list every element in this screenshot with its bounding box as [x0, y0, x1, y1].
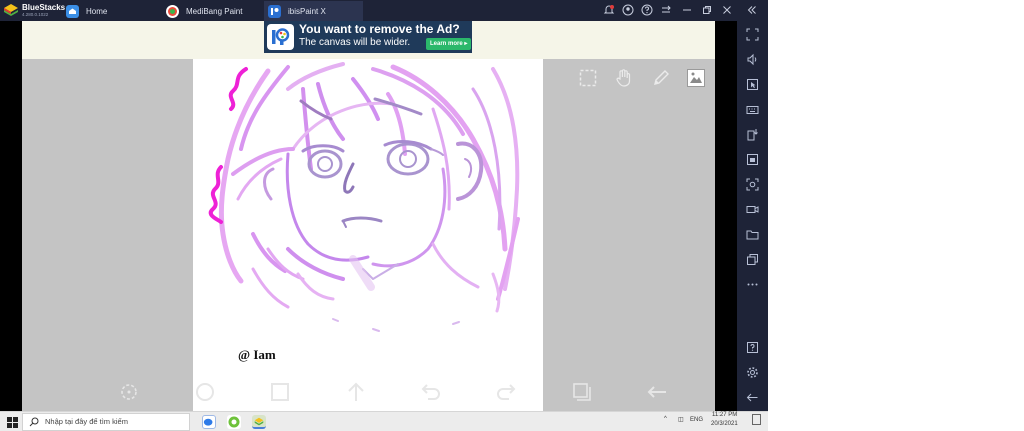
tab-medibang-label: MediBang Paint — [186, 6, 243, 16]
ibispaint-ad-logo — [267, 24, 294, 50]
tab-home[interactable]: Home — [64, 1, 160, 21]
home-icon — [66, 4, 79, 18]
arrow-up-icon[interactable] — [345, 381, 367, 403]
pointer-icon[interactable] — [746, 78, 759, 91]
taskbar-app-icon[interactable] — [227, 415, 241, 429]
bluestacks-taskbar-icon[interactable] — [252, 415, 266, 429]
tab-home-label: Home — [86, 6, 108, 16]
layers-icon[interactable] — [571, 381, 593, 403]
folder-icon[interactable] — [746, 228, 759, 241]
zalo-icon[interactable] — [202, 415, 216, 429]
layer-thumbnail-icon[interactable] — [686, 68, 706, 88]
bluestacks-logo — [4, 4, 18, 16]
screenshot-icon[interactable] — [746, 178, 759, 191]
install-apk-icon[interactable] — [746, 128, 759, 141]
notification-bell-icon[interactable] — [603, 4, 615, 16]
keyboard-icon[interactable] — [746, 103, 759, 116]
ad-headline: You want to remove the Ad? — [299, 22, 460, 36]
clock-date[interactable]: 20/3/2021 — [711, 421, 738, 427]
back-arrow-icon[interactable] — [646, 381, 668, 403]
windows-start-icon[interactable] — [7, 417, 18, 428]
settings-icon[interactable] — [746, 366, 759, 379]
left-border — [0, 21, 22, 411]
undo-icon[interactable] — [420, 381, 442, 403]
bluestacks-sidebar — [737, 21, 768, 411]
restore-icon[interactable] — [701, 4, 713, 16]
more-icon[interactable] — [746, 278, 759, 291]
tray-chevron-icon[interactable]: ^ — [664, 416, 667, 422]
ibispaint-icon — [268, 4, 281, 18]
search-icon — [29, 417, 39, 427]
redo-icon[interactable] — [495, 381, 517, 403]
selection-icon[interactable] — [578, 68, 598, 88]
back-icon[interactable] — [746, 391, 759, 404]
notifications-icon[interactable] — [752, 414, 761, 425]
circle-icon[interactable] — [194, 381, 216, 403]
network-icon[interactable]: ◫ — [678, 416, 684, 423]
title-bar: BlueStacks 4.280.0.1022 Home MediBang Pa… — [0, 0, 768, 21]
hand-icon[interactable] — [614, 68, 634, 88]
canvas-watermark: @ Iam — [238, 347, 276, 362]
menu-icon[interactable] — [660, 4, 672, 16]
square-icon[interactable] — [269, 381, 291, 403]
bluestacks-window: BlueStacks 4.280.0.1022 Home MediBang Pa… — [0, 0, 1024, 431]
pen-icon[interactable] — [651, 68, 671, 88]
multi-instance-icon[interactable] — [746, 253, 759, 266]
tab-medibang[interactable]: MediBang Paint — [164, 1, 260, 21]
help-icon[interactable] — [746, 341, 759, 354]
learn-more-button[interactable]: Learn more ▸ — [426, 38, 472, 50]
collapse-sidebar-icon[interactable] — [746, 4, 758, 16]
volume-icon[interactable] — [746, 53, 759, 66]
right-border — [715, 21, 737, 411]
taskbar-search[interactable]: Nhập tại đây để tìm kiếm — [22, 413, 190, 431]
tab-ibispaint-label: ibisPaint X — [288, 6, 326, 16]
app-version: 4.280.0.1022 — [22, 12, 49, 17]
ad-subline: The canvas will be wider. — [299, 37, 411, 48]
fullscreen-icon[interactable] — [746, 28, 759, 41]
rotate-icon[interactable] — [118, 381, 140, 403]
record-icon[interactable] — [746, 203, 759, 216]
screenshot-folder-icon[interactable] — [746, 153, 759, 166]
minimize-icon[interactable] — [681, 4, 693, 16]
help-icon[interactable] — [641, 4, 653, 16]
tab-ibispaint[interactable]: ibisPaint X — [264, 1, 363, 21]
clock-time[interactable]: 11:27 PM — [712, 412, 737, 418]
app-name: BlueStacks — [22, 3, 66, 12]
account-icon[interactable] — [622, 4, 634, 16]
search-placeholder: Nhập tại đây để tìm kiếm — [45, 417, 128, 426]
medibang-icon — [166, 4, 179, 18]
close-icon[interactable] — [721, 4, 733, 16]
windows-taskbar: Nhập tại đây để tìm kiếm ^ ◫ ENG — [0, 411, 768, 431]
tray-language[interactable]: ENG — [690, 417, 703, 423]
